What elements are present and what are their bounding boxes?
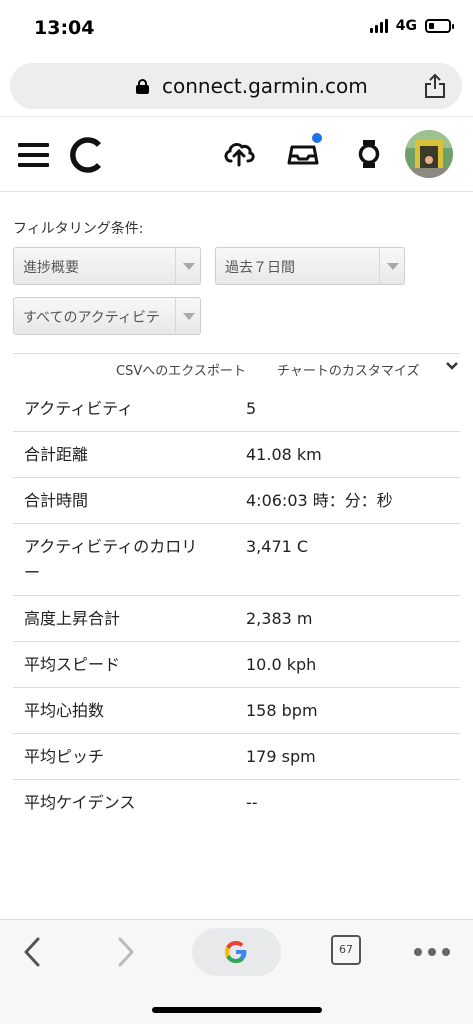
stat-label: 平均ピッチ: [24, 747, 105, 766]
activity-type-select[interactable]: すべてのアクティビテ: [13, 297, 201, 335]
stat-label: 高度上昇合計: [24, 609, 121, 628]
table-row: 平均心拍数 158 bpm: [13, 688, 460, 734]
battery-level: [429, 23, 435, 29]
stat-label: 平均心拍数: [24, 701, 105, 720]
report-type-select[interactable]: 進捗概要: [13, 247, 201, 285]
stat-label-continued: ー: [24, 563, 41, 582]
table-row: アクティビティのカロリ ー 3,471 C: [13, 524, 460, 596]
stat-value: 158 bpm: [246, 701, 318, 720]
period-select[interactable]: 過去７日間: [215, 247, 405, 285]
status-bar: 13:04 4G: [0, 0, 473, 60]
table-row: 高度上昇合計 2,383 m: [13, 596, 460, 642]
report-type-value: 進捗概要: [23, 260, 79, 276]
table-row: 平均ケイデンス --: [13, 780, 460, 826]
stat-value: 179 spm: [246, 747, 316, 766]
table-row: 合計時間 4:06:03 時：分：秒: [13, 478, 460, 524]
share-icon[interactable]: [424, 73, 446, 99]
notification-dot: [312, 133, 322, 143]
upload-icon[interactable]: [222, 137, 256, 171]
signal-icon: [369, 19, 388, 33]
lock-icon: [136, 79, 149, 94]
tabs-button[interactable]: 67: [331, 935, 361, 965]
divider: [13, 353, 460, 354]
period-value: 過去７日間: [225, 260, 295, 276]
more-options-icon[interactable]: [414, 948, 450, 958]
table-row: 平均スピード 10.0 kph: [13, 642, 460, 688]
csv-export-link[interactable]: CSVへのエクスポート: [116, 360, 246, 379]
stat-label: 平均ケイデンス: [24, 793, 136, 812]
network-label: 4G: [395, 18, 417, 34]
garmin-logo[interactable]: [66, 135, 106, 175]
activity-type-value: すべてのアクティビテ: [23, 310, 160, 326]
chevron-down-icon: [175, 298, 200, 334]
filter-label: フィルタリング条件:: [13, 221, 144, 237]
chevron-down-icon: [379, 248, 404, 284]
avatar[interactable]: [405, 130, 453, 178]
stat-label: 合計距離: [24, 445, 89, 464]
stat-value: --: [246, 793, 258, 812]
table-row: アクティビティ 5: [13, 385, 460, 432]
forward-arrow-icon[interactable]: [112, 935, 138, 969]
stat-value: 2,383 m: [246, 609, 313, 628]
stat-value: 10.0 kph: [246, 655, 317, 674]
url-text[interactable]: connect.garmin.com: [162, 74, 368, 98]
hamburger-menu-icon[interactable]: [18, 143, 49, 167]
status-time: 13:04: [34, 17, 95, 39]
stat-value: 3,471 C: [246, 537, 309, 556]
stat-label: アクティビティ: [24, 399, 134, 418]
address-bar[interactable]: connect.garmin.com: [10, 63, 462, 109]
stat-label: 平均スピード: [24, 655, 121, 674]
battery-icon: [425, 19, 454, 33]
stat-value: 4:06:03 時：分：秒: [246, 491, 393, 510]
chevron-down-icon[interactable]: [445, 360, 459, 372]
table-row: 合計距離 41.08 km: [13, 432, 460, 478]
chevron-down-icon: [175, 248, 200, 284]
stat-label: 合計時間: [24, 491, 89, 510]
watch-icon[interactable]: [352, 137, 386, 171]
site-header: [0, 116, 473, 192]
home-indicator[interactable]: [152, 1007, 322, 1013]
stats-table: アクティビティ 5 合計距離 41.08 km 合計時間 4:06:03 時：分…: [13, 385, 460, 826]
stat-label: アクティビティのカロリ: [24, 537, 198, 556]
table-row: 平均ピッチ 179 spm: [13, 734, 460, 780]
stat-value: 41.08 km: [246, 445, 322, 464]
google-icon: [225, 941, 247, 963]
tabs-count: 67: [339, 943, 353, 956]
google-search-button[interactable]: [192, 928, 281, 976]
customize-chart-link[interactable]: チャートのカスタマイズ: [277, 360, 419, 379]
back-arrow-icon[interactable]: [20, 935, 46, 969]
status-indicators: 4G: [369, 18, 454, 34]
stat-value: 5: [246, 399, 257, 418]
